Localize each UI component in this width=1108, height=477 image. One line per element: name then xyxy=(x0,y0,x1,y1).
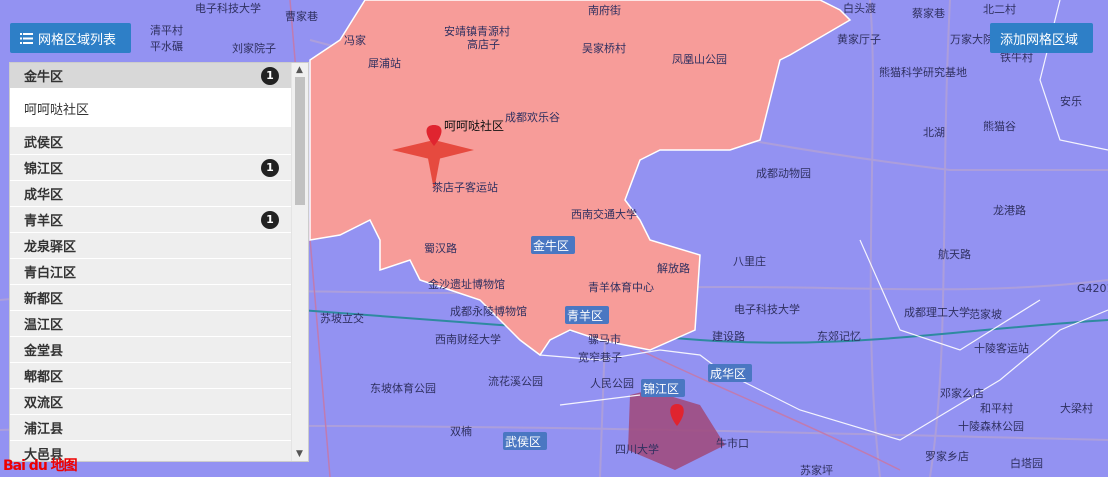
svg-text:苏家坪: 苏家坪 xyxy=(800,463,833,477)
svg-text:成都动物园: 成都动物园 xyxy=(756,166,811,180)
svg-text:青羊体育中心: 青羊体育中心 xyxy=(588,280,654,294)
grid-area-list-button[interactable]: 网格区域列表 xyxy=(10,23,131,53)
district-item[interactable]: 龙泉驿区 xyxy=(10,233,293,259)
svg-text:骡马市: 骡马市 xyxy=(588,332,621,346)
svg-text:高店子: 高店子 xyxy=(467,37,500,51)
svg-text:金沙遗址博物馆: 金沙遗址博物馆 xyxy=(428,277,505,291)
svg-text:十陵森林公园: 十陵森林公园 xyxy=(958,419,1024,433)
svg-text:八里庄: 八里庄 xyxy=(733,254,766,268)
district-item[interactable]: 武侯区 xyxy=(10,129,293,155)
svg-text:西南交通大学: 西南交通大学 xyxy=(571,207,637,221)
svg-text:平水碾: 平水碾 xyxy=(150,40,183,53)
svg-text:凤凰山公园: 凤凰山公园 xyxy=(672,53,727,66)
svg-text:北湖: 北湖 xyxy=(923,126,945,139)
svg-text:武侯区: 武侯区 xyxy=(505,435,541,449)
count-badge: 1 xyxy=(261,210,279,229)
svg-text:安靖镇青源村: 安靖镇青源村 xyxy=(444,24,510,38)
svg-text:曹家巷: 曹家巷 xyxy=(285,9,318,23)
svg-text:罗家乡店: 罗家乡店 xyxy=(925,449,969,463)
svg-text:犀浦站: 犀浦站 xyxy=(368,56,401,70)
district-item[interactable]: 青羊区 1 xyxy=(10,207,293,233)
svg-text:清平村: 清平村 xyxy=(150,23,183,37)
svg-text:G4201: G4201 xyxy=(1077,282,1108,295)
district-tag-chenghua: 成华区 xyxy=(708,364,752,382)
count-badge: 1 xyxy=(261,66,279,85)
svg-text:电子科技大学: 电子科技大学 xyxy=(195,1,261,15)
svg-text:成都永陵博物馆: 成都永陵博物馆 xyxy=(450,304,527,318)
svg-text:万家大院: 万家大院 xyxy=(950,32,994,46)
district-item[interactable]: 浦江县 xyxy=(10,415,293,441)
svg-text:蔡家巷: 蔡家巷 xyxy=(912,6,945,20)
district-item[interactable]: 温江区 xyxy=(10,311,293,337)
list-icon xyxy=(20,32,33,44)
svg-text:青羊区: 青羊区 xyxy=(567,308,603,323)
district-tag-jinjiang: 锦江区 xyxy=(641,379,685,397)
district-tag-wuhou: 武侯区 xyxy=(503,432,547,450)
svg-text:熊猫谷: 熊猫谷 xyxy=(983,119,1016,133)
svg-text:牛市口: 牛市口 xyxy=(716,436,749,450)
svg-text:流花溪公园: 流花溪公园 xyxy=(488,374,543,388)
svg-text:建设路: 建设路 xyxy=(712,329,745,343)
svg-text:大梁村: 大梁村 xyxy=(1060,401,1093,415)
svg-text:范家坡: 范家坡 xyxy=(969,307,1002,321)
scroll-thumb[interactable] xyxy=(295,77,305,205)
svg-text:十陵客运站: 十陵客运站 xyxy=(974,341,1029,355)
svg-text:东郊记忆: 东郊记忆 xyxy=(817,330,861,343)
district-item-jinniu[interactable]: 金牛区 1 xyxy=(10,63,293,89)
district-item[interactable]: 锦江区 1 xyxy=(10,155,293,181)
scroll-down-arrow-icon[interactable]: ▼ xyxy=(296,449,303,459)
svg-text:电子科技大学: 电子科技大学 xyxy=(734,302,800,316)
svg-text:和平村: 和平村 xyxy=(980,401,1013,415)
svg-text:人民公园: 人民公园 xyxy=(590,377,634,390)
marker-label: 呵呵哒社区 xyxy=(444,118,504,133)
count-badge: 1 xyxy=(261,158,279,177)
baidu-map-logo: Bai du 地图 xyxy=(3,458,78,474)
district-item[interactable]: 双流区 xyxy=(10,389,293,415)
svg-text:刘家院子: 刘家院子 xyxy=(232,41,276,55)
district-tag-qingyang: 青羊区 xyxy=(565,306,609,324)
district-item[interactable]: 成华区 xyxy=(10,181,293,207)
svg-text:宽窄巷子: 宽窄巷子 xyxy=(578,350,622,364)
svg-text:金牛区: 金牛区 xyxy=(533,238,569,253)
district-item[interactable]: 新都区 xyxy=(10,285,293,311)
scroll-up-arrow-icon[interactable]: ▲ xyxy=(296,65,303,75)
add-grid-area-button[interactable]: 添加网格区域 xyxy=(990,23,1093,53)
svg-text:茶店子客运站: 茶店子客运站 xyxy=(432,180,498,194)
svg-text:冯家: 冯家 xyxy=(344,33,366,47)
svg-text:白头渡: 白头渡 xyxy=(843,1,876,15)
district-list: 金牛区 1 呵呵哒社区 武侯区 锦江区 1 成华区 青羊区 1 龙泉驿区 青白江… xyxy=(10,63,293,461)
svg-text:航天路: 航天路 xyxy=(938,247,971,261)
svg-text:安乐: 安乐 xyxy=(1060,94,1082,108)
district-item[interactable]: 郫都区 xyxy=(10,363,293,389)
district-item[interactable]: 青白江区 xyxy=(10,259,293,285)
svg-text:解放路: 解放路 xyxy=(657,261,690,275)
svg-text:成都理工大学: 成都理工大学 xyxy=(904,305,970,319)
svg-text:四川大学: 四川大学 xyxy=(615,442,659,456)
svg-text:双楠: 双楠 xyxy=(450,424,472,438)
svg-text:东坡体育公园: 东坡体育公园 xyxy=(370,381,436,395)
list-scrollbar[interactable]: ▲ ▼ xyxy=(291,63,308,461)
district-item[interactable]: 金堂县 xyxy=(10,337,293,363)
district-tag-jinniu: 金牛区 xyxy=(531,236,575,254)
svg-text:成华区: 成华区 xyxy=(710,367,746,381)
svg-text:西南财经大学: 西南财经大学 xyxy=(435,332,501,346)
svg-text:蜀汉路: 蜀汉路 xyxy=(424,242,457,255)
svg-text:成都欢乐谷: 成都欢乐谷 xyxy=(505,110,560,124)
svg-text:白塔园: 白塔园 xyxy=(1010,456,1043,470)
district-list-panel[interactable]: 金牛区 1 呵呵哒社区 武侯区 锦江区 1 成华区 青羊区 1 龙泉驿区 青白江… xyxy=(9,62,309,462)
svg-text:龙港路: 龙港路 xyxy=(993,204,1026,217)
svg-text:熊猫科学研究基地: 熊猫科学研究基地 xyxy=(879,65,967,79)
svg-text:北二村: 北二村 xyxy=(983,2,1016,16)
svg-text:南府街: 南府街 xyxy=(588,3,621,17)
svg-text:邓家么店: 邓家么店 xyxy=(940,386,984,400)
svg-text:锦江区: 锦江区 xyxy=(643,382,679,396)
grid-area-list-label: 网格区域列表 xyxy=(38,32,117,48)
community-item[interactable]: 呵呵哒社区 xyxy=(10,89,293,129)
svg-text:黄家厅子: 黄家厅子 xyxy=(837,32,881,46)
svg-text:吴家桥村: 吴家桥村 xyxy=(582,41,626,55)
svg-text:苏坡立交: 苏坡立交 xyxy=(320,311,364,325)
